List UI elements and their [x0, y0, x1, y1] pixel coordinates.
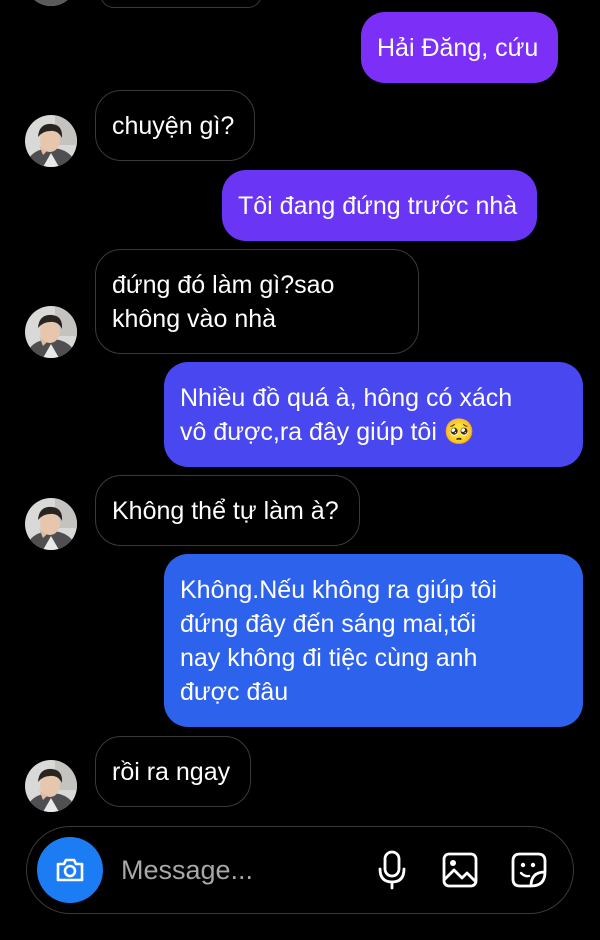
avatar[interactable]	[25, 498, 77, 550]
sticker-icon[interactable]	[509, 849, 549, 891]
message-composer	[26, 826, 574, 914]
microphone-icon[interactable]	[375, 849, 409, 891]
message-bubble-incoming: đứng đó làm gì?sao không vào nhà	[95, 249, 419, 354]
avatar[interactable]	[25, 760, 77, 812]
avatar[interactable]	[25, 306, 77, 358]
message-bubble-outgoing: Không.Nếu không ra giúp tôi đứng đây đến…	[164, 554, 583, 727]
message-input[interactable]	[121, 851, 361, 889]
message-bubble-partial	[100, 0, 262, 8]
message-bubble-incoming: chuyện gì?	[95, 90, 256, 161]
message-bubble-incoming: Không thể tự làm à?	[95, 475, 360, 546]
message-bubble-incoming: rồi ra ngay	[95, 736, 252, 807]
avatar-partial[interactable]	[25, 0, 77, 6]
message-bubble-outgoing: Nhiều đồ quá à, hông có xách vô được,ra …	[164, 362, 583, 467]
camera-button[interactable]	[37, 837, 103, 903]
message-bubble-outgoing: Tôi đang đứng trước nhà	[222, 170, 538, 241]
image-gallery-icon[interactable]	[441, 849, 479, 891]
avatar[interactable]	[25, 115, 77, 167]
camera-icon	[56, 858, 84, 882]
message-bubble-outgoing: Hải Đăng, cứu	[361, 12, 559, 83]
